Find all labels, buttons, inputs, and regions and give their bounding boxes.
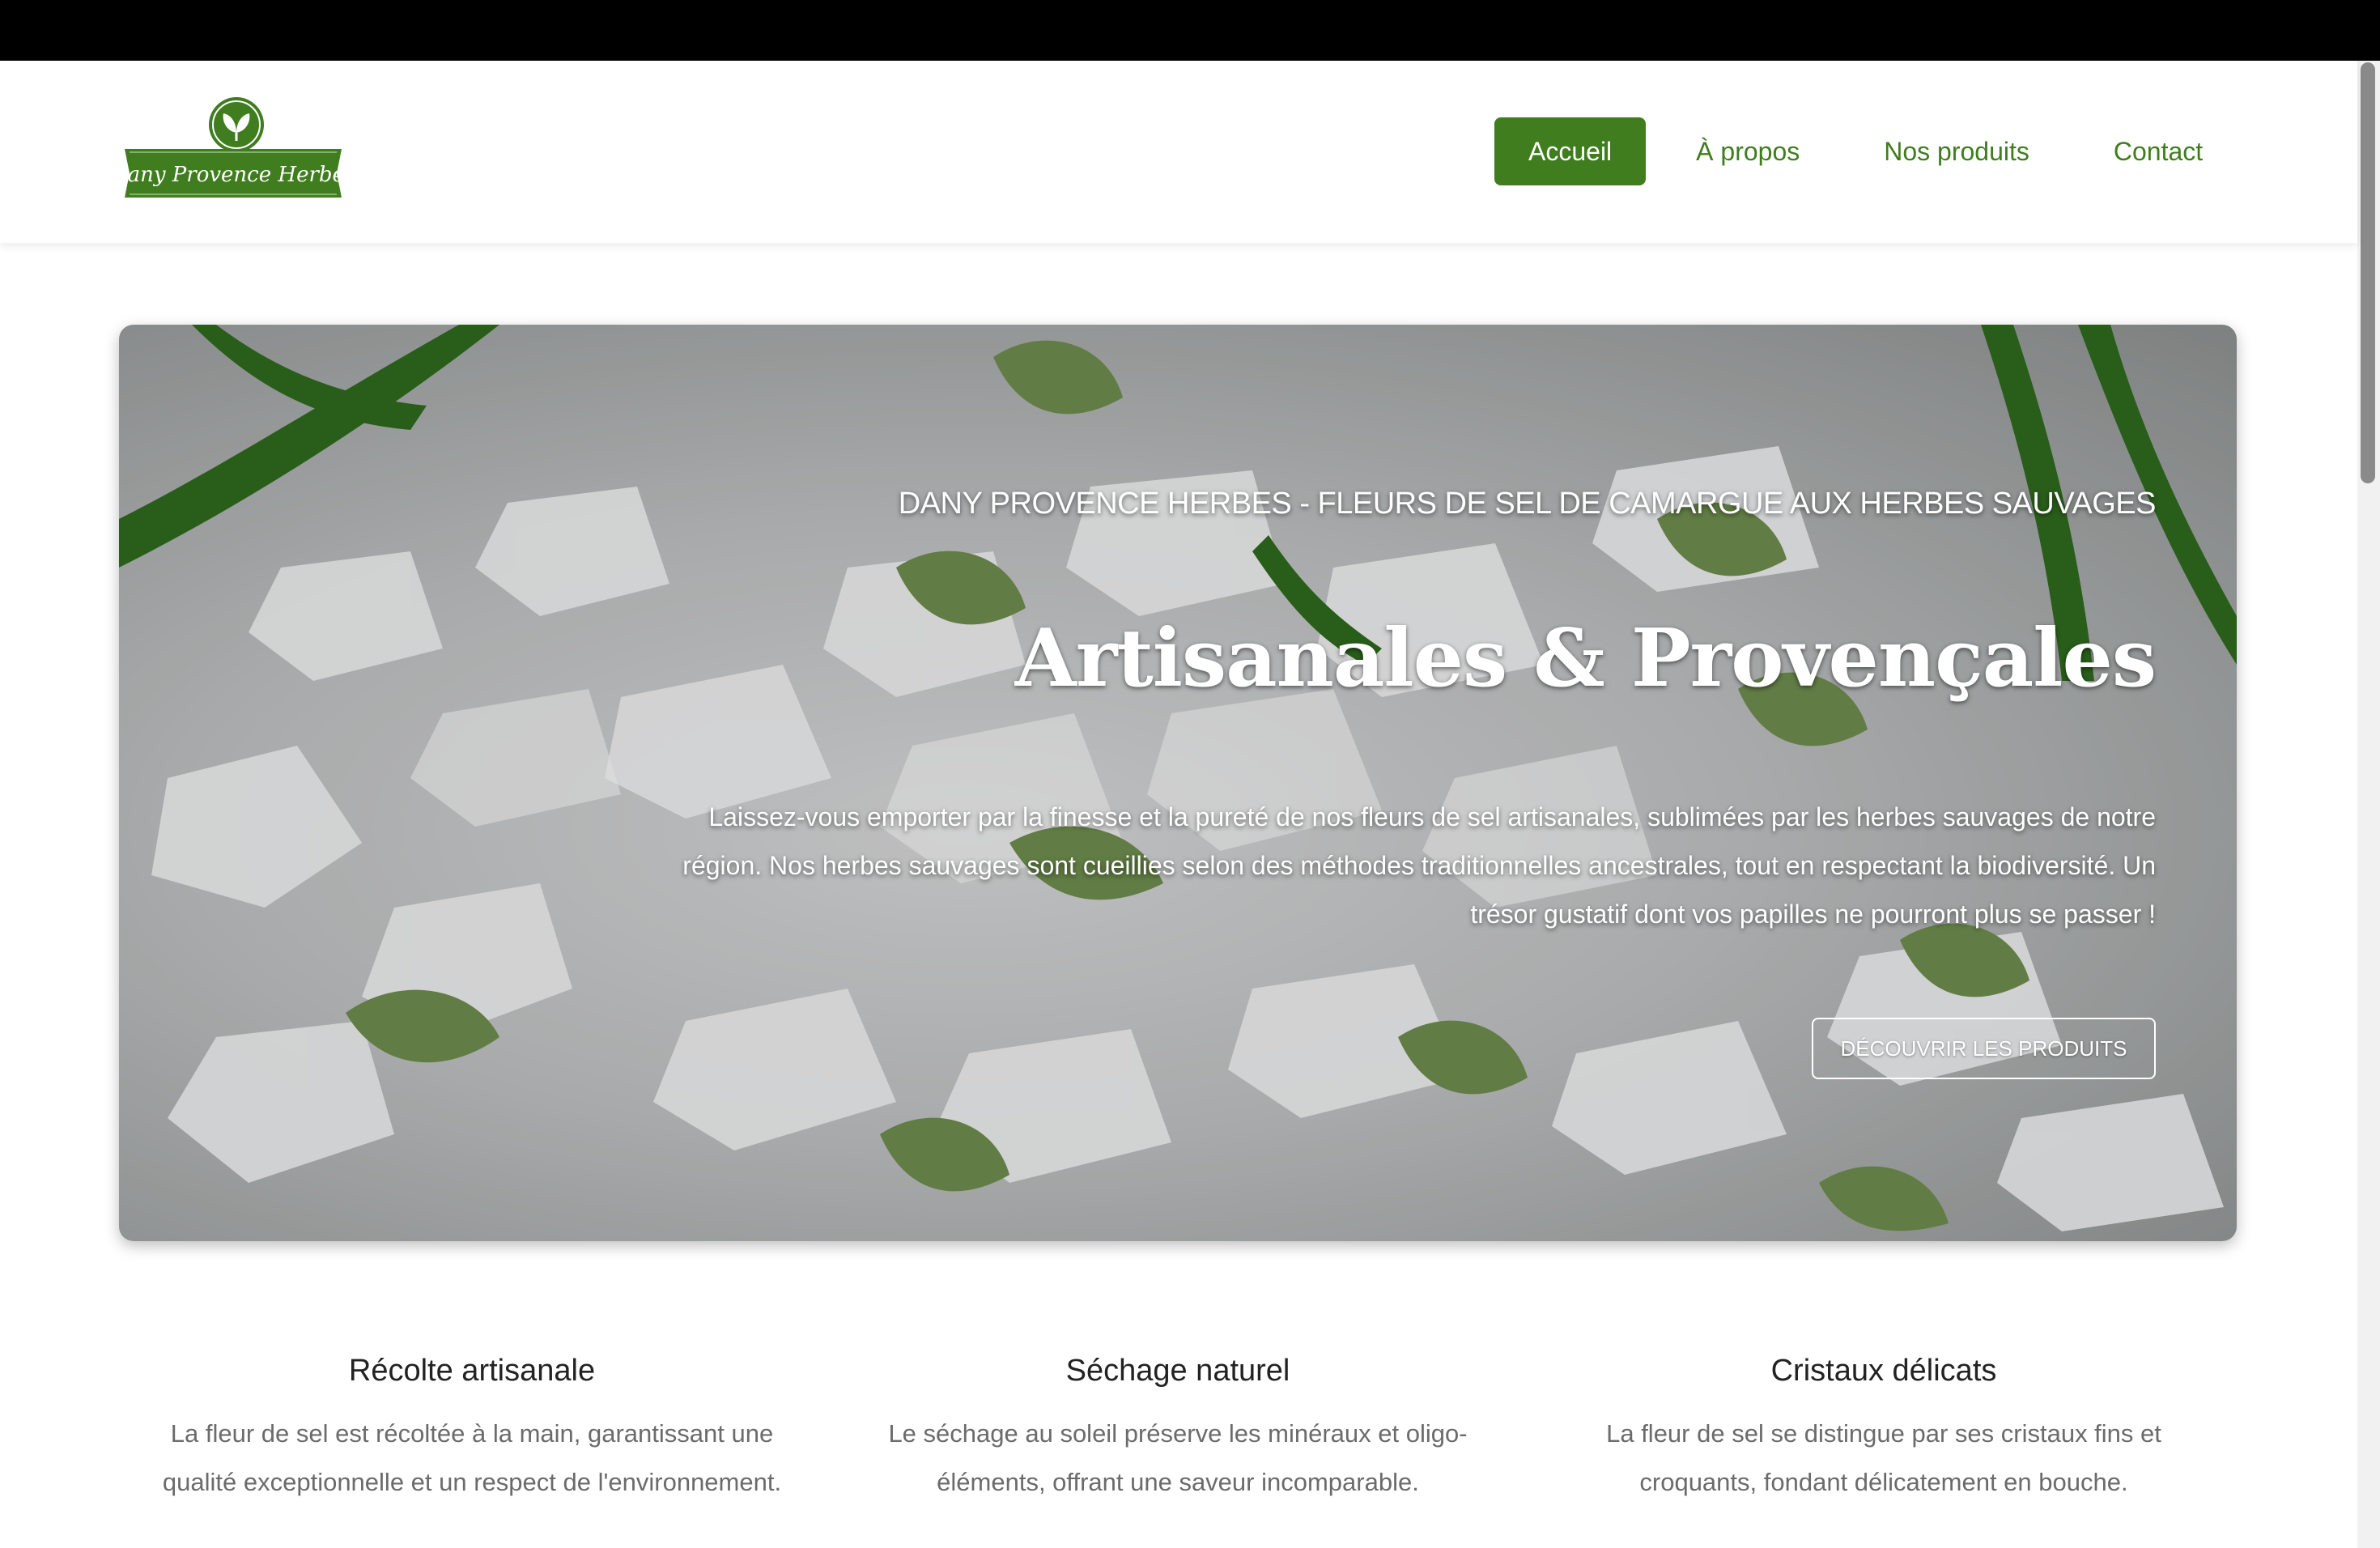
feature-text: La fleur de sel se distingue par ses cri… — [1606, 1419, 2161, 1496]
hero-description: Laissez-vous emporter par la finesse et … — [682, 802, 2156, 929]
logo-leaf-icon: Dany Provence Herbes — [110, 97, 355, 198]
nav-item-nos-produits[interactable]: Nos produits — [1884, 117, 2029, 185]
feature-title: Récolte artisanale — [348, 1354, 596, 1388]
browser-top-bar — [0, 0, 2380, 61]
scrollbar-thumb[interactable] — [2361, 62, 2375, 483]
feature-text: La fleur de sel est récoltée à la main, … — [162, 1419, 782, 1496]
page-scrollbar[interactable] — [2357, 61, 2380, 1548]
feature-card: Cristaux délicats La fleur de sel se dis… — [1531, 1344, 2237, 1507]
feature-title: Séchage naturel — [1065, 1354, 1290, 1388]
feature-card: Récolte artisanale La fleur de sel est r… — [119, 1344, 825, 1507]
site-logo[interactable]: Dany Provence Herbes — [110, 96, 355, 209]
feature-title: Cristaux délicats — [1770, 1354, 1997, 1388]
hero-banner: DANY PROVENCE HERBES - FLEURS DE SEL DE … — [119, 325, 2237, 1241]
feature-card: Séchage naturel Le séchage au soleil pré… — [825, 1344, 1531, 1507]
nav-item-contact[interactable]: Contact — [2114, 117, 2203, 185]
site-header: Dany Provence Herbes Accueil À propos No… — [0, 61, 2357, 243]
hero-kicker: DANY PROVENCE HERBES - FLEURS DE SEL DE … — [898, 487, 2157, 521]
features-section: Récolte artisanale La fleur de sel est r… — [119, 1344, 2237, 1507]
hero-title: Artisanales & Provençales — [1014, 612, 2157, 705]
nav-item-accueil[interactable]: Accueil — [1494, 117, 1647, 185]
discover-products-button[interactable]: DÉCOUVRIR LES PRODUITS — [1812, 1018, 2156, 1079]
feature-text: Le séchage au soleil préserve les minéra… — [888, 1419, 1468, 1496]
main-nav: Accueil À propos Nos produits Contact — [1494, 117, 2203, 185]
hero-overlay — [119, 325, 2237, 1241]
logo-text: Dany Provence Herbes — [120, 163, 346, 187]
nav-item-a-propos[interactable]: À propos — [1696, 117, 1800, 185]
